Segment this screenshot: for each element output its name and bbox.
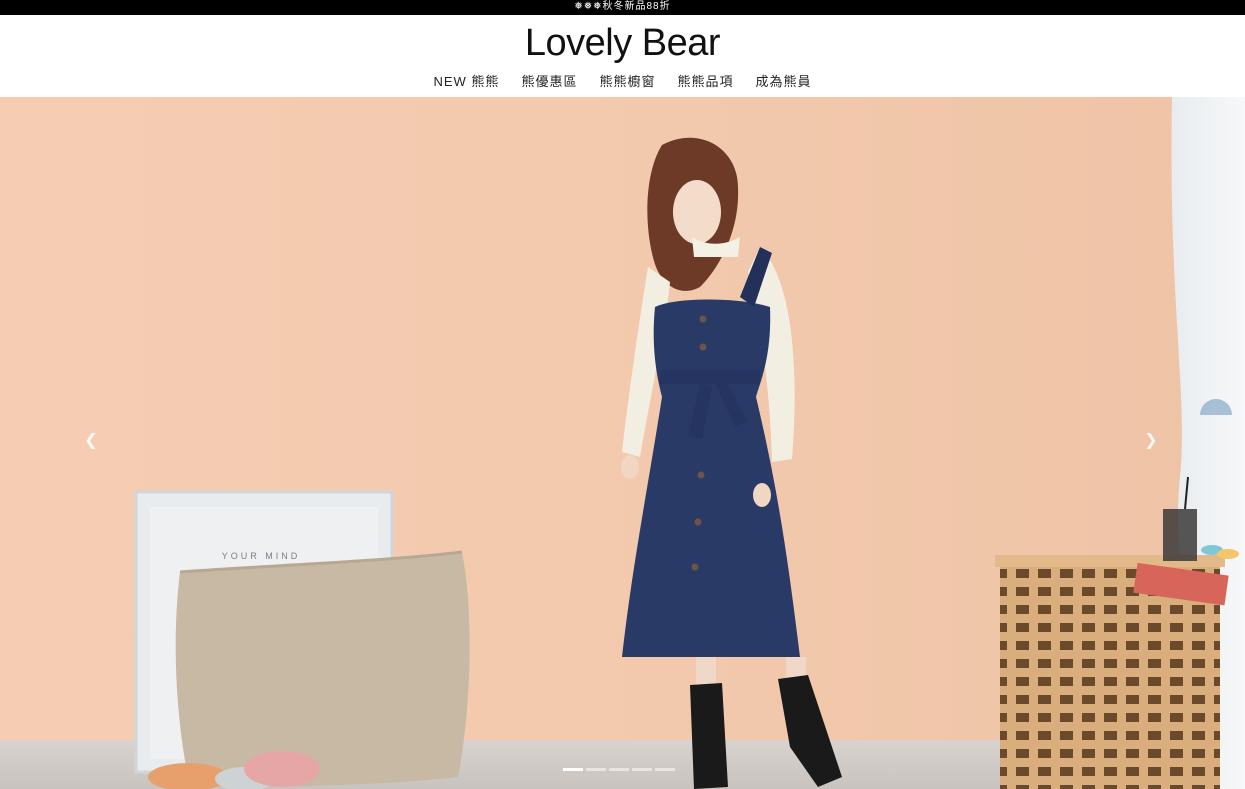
nav-item-categories[interactable]: 熊熊品項 xyxy=(677,74,733,90)
frame-text: YOUR MIND xyxy=(222,551,301,561)
main-nav: NEW 熊熊 熊優惠區 熊熊櫥窗 熊熊品項 成為熊員 xyxy=(0,74,1245,90)
nav-item-membership[interactable]: 成為熊員 xyxy=(755,74,811,90)
brand-logo[interactable]: Lovely Bear xyxy=(0,21,1245,65)
carousel-indicators xyxy=(563,768,675,771)
carousel-prev-button[interactable]: ❮ xyxy=(83,432,99,450)
chevron-left-icon: ❮ xyxy=(84,432,98,449)
carousel-dot-1[interactable] xyxy=(563,768,583,771)
announcement-text: ❅❅❅秋冬新品88折 xyxy=(574,1,671,12)
chevron-right-icon: ❯ xyxy=(1144,432,1158,449)
logo-text: Lovely Bear xyxy=(524,22,721,64)
announcement-bar: ❅❅❅秋冬新品88折 xyxy=(0,0,1245,15)
carousel-dot-5[interactable] xyxy=(655,768,675,771)
nav-item-sale[interactable]: 熊優惠區 xyxy=(521,74,577,90)
carousel-next-button[interactable]: ❯ xyxy=(1143,432,1159,450)
carousel-dot-4[interactable] xyxy=(632,768,652,771)
nav-item-showcase[interactable]: 熊熊櫥窗 xyxy=(599,74,655,90)
hero-slide-image: YOUR MIND xyxy=(0,97,1245,789)
hero-carousel[interactable]: YOUR MIND ❮ ❯ xyxy=(0,97,1245,789)
nav-item-new[interactable]: NEW 熊熊 xyxy=(433,74,499,90)
site-header: Lovely Bear NEW 熊熊 熊優惠區 熊熊櫥窗 熊熊品項 成為熊員 xyxy=(0,15,1245,97)
carousel-dot-3[interactable] xyxy=(609,768,629,771)
carousel-dot-2[interactable] xyxy=(586,768,606,771)
